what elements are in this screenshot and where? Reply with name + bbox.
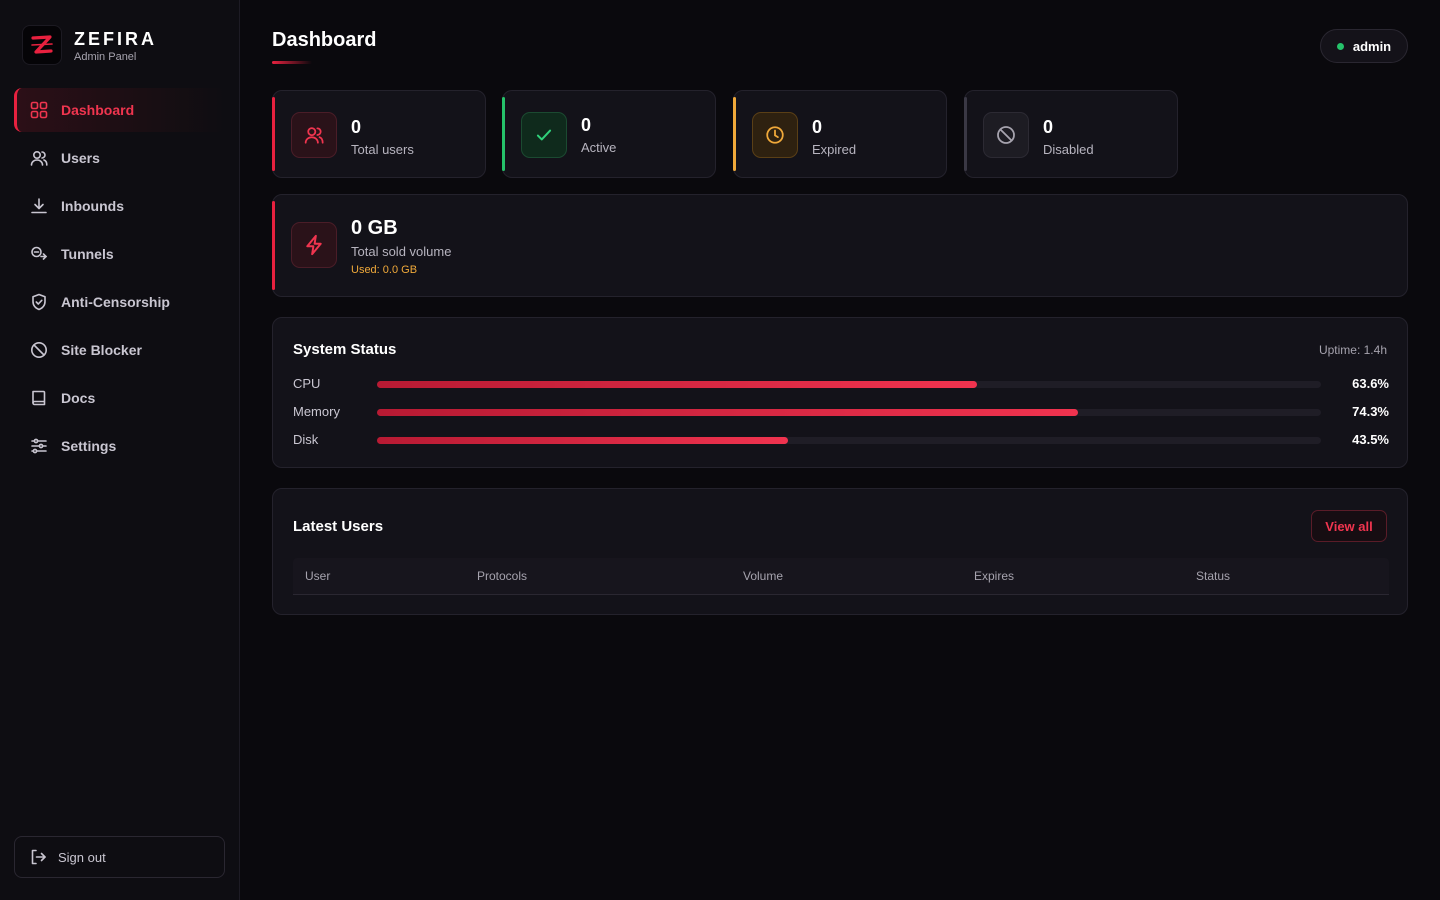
system-status-card: System Status Uptime: 1.4h CPU 63.6% Mem…	[272, 317, 1408, 468]
uptime-text: Uptime: 1.4h	[1318, 343, 1387, 357]
system-status-title: System Status	[293, 341, 397, 358]
metric-disk: Disk 43.5%	[293, 431, 1389, 449]
view-all-button[interactable]: View all	[1311, 510, 1387, 542]
latest-users-card: Latest Users View all User Protocols Vol…	[272, 488, 1408, 615]
column-header-expires[interactable]: Expires	[974, 569, 1014, 583]
sidebar-item-label: Users	[61, 150, 100, 166]
sidebar-item-label: Inbounds	[61, 198, 124, 214]
column-header-volume[interactable]: Volume	[743, 569, 783, 583]
stat-label: Active	[581, 140, 617, 155]
sign-out-label: Sign out	[58, 849, 106, 865]
metric-track	[377, 437, 1321, 444]
volume-card: 0 GB Total sold volume Used: 0.0 GB	[272, 194, 1408, 297]
brand[interactable]: ZEFIRA Admin Panel	[22, 25, 157, 65]
sidebar-item-dashboard[interactable]: Dashboard	[14, 88, 226, 132]
stat-accent-bar	[733, 97, 736, 171]
stat-value: 0	[1043, 117, 1054, 137]
stat-card-active: 0 Active	[502, 90, 716, 178]
book-icon	[30, 389, 48, 407]
stat-label: Total users	[351, 142, 414, 157]
metric-fill	[377, 381, 978, 388]
check-icon	[521, 112, 567, 158]
volume-used: Used: 0.0 GB	[351, 264, 418, 276]
brand-subtitle: Admin Panel	[74, 50, 137, 63]
username: admin	[1352, 38, 1392, 54]
sidebar-item-site-blocker[interactable]: Site Blocker	[14, 328, 226, 372]
metric-track	[377, 381, 1321, 388]
clock-icon	[752, 112, 798, 158]
volume-value: 0 GB	[351, 217, 398, 239]
sidebar-item-label: Site Blocker	[61, 342, 142, 358]
column-header-status[interactable]: Status	[1196, 569, 1230, 583]
block-icon	[983, 112, 1029, 158]
sidebar-item-users[interactable]: Users	[14, 136, 226, 180]
sliders-icon	[30, 437, 48, 455]
sidebar-item-label: Tunnels	[61, 246, 114, 262]
sidebar-item-tunnels[interactable]: Tunnels	[14, 232, 226, 276]
metric-percent: 43.5%	[1352, 432, 1389, 447]
page-title: Dashboard	[272, 29, 377, 51]
metric-label: Memory	[293, 404, 340, 419]
sidebar-item-inbounds[interactable]: Inbounds	[14, 184, 226, 228]
stat-label: Disabled	[1043, 142, 1094, 157]
column-header-protocols[interactable]: Protocols	[477, 569, 527, 583]
sidebar-item-label: Dashboard	[61, 102, 135, 118]
stat-value: 0	[351, 117, 362, 137]
logout-icon	[29, 848, 47, 866]
stat-accent-bar	[964, 97, 967, 171]
metric-cpu: CPU 63.6%	[293, 375, 1389, 393]
brand-logo	[22, 25, 62, 65]
sidebar-item-docs[interactable]: Docs	[14, 376, 226, 420]
stat-card-disabled: 0 Disabled	[964, 90, 1178, 178]
stat-label: Expired	[812, 142, 857, 157]
title-underline	[272, 61, 312, 64]
download-icon	[30, 197, 48, 215]
volume-label: Total sold volume	[351, 244, 452, 259]
table-header: User Protocols Volume Expires Status	[293, 558, 1389, 595]
grid-icon	[30, 101, 48, 119]
user-menu-button[interactable]: admin	[1320, 29, 1408, 63]
metric-percent: 74.3%	[1352, 404, 1389, 419]
stat-accent-bar	[272, 97, 275, 171]
sign-out-button[interactable]: Sign out	[14, 836, 225, 878]
stat-value: 0	[812, 117, 823, 137]
block-icon	[30, 341, 48, 359]
lightning-icon	[291, 222, 337, 268]
sidebar-item-label: Settings	[61, 438, 117, 454]
users-icon	[30, 149, 48, 167]
sidebar-item-anti-censorship[interactable]: Anti-Censorship	[14, 280, 226, 324]
latest-users-title: Latest Users	[293, 518, 384, 535]
metric-memory: Memory 74.3%	[293, 403, 1389, 421]
metric-fill	[377, 437, 788, 444]
sidebar-item-settings[interactable]: Settings	[14, 424, 226, 468]
shield-icon	[30, 293, 48, 311]
brand-name: ZEFIRA	[74, 28, 158, 49]
metric-label: Disk	[293, 432, 319, 447]
sidebar: ZEFIRA Admin Panel Dashboard Users Inbou…	[0, 0, 240, 900]
metric-label: CPU	[293, 376, 321, 391]
tunnel-icon	[30, 245, 48, 263]
stat-card-expired: 0 Expired	[733, 90, 947, 178]
online-status-dot	[1336, 42, 1344, 50]
metric-fill	[377, 409, 1079, 416]
metric-percent: 63.6%	[1352, 376, 1389, 391]
sidebar-item-label: Anti-Censorship	[61, 294, 170, 310]
volume-accent-bar	[272, 201, 275, 290]
sidebar-nav: Dashboard Users Inbounds Tunnels Anti-Ce…	[14, 88, 226, 472]
stat-card-total-users: 0 Total users	[272, 90, 486, 178]
users-icon	[291, 112, 337, 158]
metric-track	[377, 409, 1321, 416]
stat-accent-bar	[502, 97, 505, 171]
column-header-user[interactable]: User	[305, 569, 330, 583]
stat-value: 0	[581, 115, 592, 135]
sidebar-item-label: Docs	[61, 390, 96, 406]
